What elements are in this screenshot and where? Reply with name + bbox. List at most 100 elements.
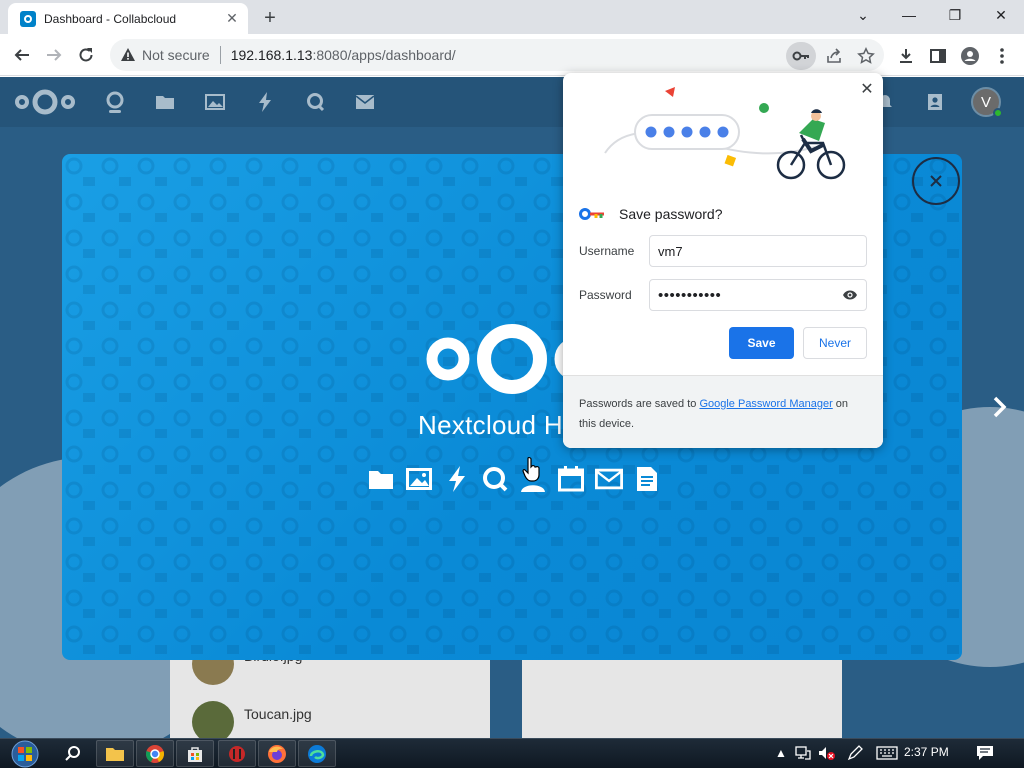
search-button[interactable] bbox=[54, 740, 92, 767]
tab-title: Dashboard - Collabcloud bbox=[44, 11, 177, 26]
pen-icon[interactable] bbox=[846, 744, 864, 762]
side-panel-icon bbox=[930, 49, 946, 63]
dialog-footer: Passwords are saved to Google Password M… bbox=[563, 375, 883, 448]
share-icon bbox=[827, 48, 841, 63]
maximize-button[interactable]: ❐ bbox=[932, 0, 978, 30]
password-illustration bbox=[604, 87, 846, 180]
menu-button[interactable] bbox=[990, 44, 1014, 68]
talk-icon bbox=[481, 465, 509, 493]
close-window-button[interactable]: ✕ bbox=[978, 0, 1024, 30]
chrome-icon bbox=[146, 744, 164, 763]
side-panel-button[interactable] bbox=[926, 44, 950, 68]
network-icon[interactable] bbox=[794, 744, 812, 762]
browser-tab[interactable]: Dashboard - Collabcloud ✕ bbox=[8, 3, 248, 34]
taskbar-edge[interactable] bbox=[298, 740, 336, 767]
never-button[interactable]: Never bbox=[803, 327, 867, 359]
password-key-button[interactable] bbox=[786, 42, 816, 70]
nextcloud-logo-icon[interactable] bbox=[14, 89, 76, 115]
profile-icon bbox=[961, 47, 979, 65]
download-icon bbox=[900, 49, 912, 63]
hand-cursor-icon bbox=[522, 456, 540, 482]
files-app-icon[interactable] bbox=[154, 91, 176, 113]
new-tab-button[interactable]: + bbox=[258, 6, 282, 30]
folder-icon bbox=[367, 465, 395, 493]
volume-muted-icon[interactable] bbox=[818, 744, 836, 762]
mail-app-icon[interactable] bbox=[354, 91, 376, 113]
reload-icon bbox=[79, 48, 93, 62]
address-bar[interactable]: Not secure 192.168.1.13:8080/apps/dashbo… bbox=[110, 39, 884, 71]
taskbar-store[interactable] bbox=[176, 740, 214, 767]
password-label: Password bbox=[579, 288, 632, 302]
warning-icon bbox=[121, 48, 135, 61]
windows-logo-icon bbox=[11, 740, 39, 767]
keyboard-icon[interactable] bbox=[876, 744, 898, 762]
share-button[interactable] bbox=[822, 44, 846, 68]
downloads-button[interactable] bbox=[894, 44, 918, 68]
taskbar-app[interactable] bbox=[218, 740, 256, 767]
app-icon bbox=[229, 745, 245, 762]
password-manager-link[interactable]: Google Password Manager bbox=[699, 398, 832, 410]
action-center-icon[interactable] bbox=[976, 744, 994, 762]
firefox-icon bbox=[268, 744, 286, 763]
password-value: ••••••••••• bbox=[658, 286, 722, 304]
store-icon bbox=[188, 746, 202, 762]
feature-icon-row bbox=[367, 465, 661, 493]
talk-app-icon[interactable] bbox=[304, 91, 326, 113]
password-field[interactable]: ••••••••••• bbox=[649, 279, 867, 311]
close-icon[interactable]: ✕ bbox=[857, 79, 877, 99]
image-icon bbox=[405, 465, 433, 493]
notes-icon bbox=[633, 465, 661, 493]
list-item[interactable]: Toucan.jpg bbox=[192, 701, 312, 738]
key-icon bbox=[792, 51, 809, 61]
star-icon bbox=[857, 47, 875, 64]
reload-button[interactable] bbox=[72, 41, 100, 69]
close-icon bbox=[930, 175, 942, 187]
omnibox-divider bbox=[219, 46, 221, 64]
activity-icon bbox=[443, 465, 471, 493]
tab-strip: Dashboard - Collabcloud ✕ + ⌄ — ❐ ✕ bbox=[0, 0, 1024, 34]
dialog-title: Save password? bbox=[619, 206, 723, 222]
file-name: Toucan.jpg bbox=[244, 706, 312, 722]
footer-text: Passwords are saved to bbox=[579, 398, 700, 410]
back-button[interactable] bbox=[8, 41, 36, 69]
security-status[interactable]: Not secure bbox=[142, 47, 210, 63]
modal-title: Nextcloud H bbox=[418, 410, 563, 440]
minimize-button[interactable]: — bbox=[886, 0, 932, 30]
username-value: vm7 bbox=[658, 243, 683, 259]
url-text[interactable]: 192.168.1.13:8080/apps/dashboard/ bbox=[231, 47, 456, 63]
key-icon bbox=[579, 208, 604, 220]
calendar-icon bbox=[557, 465, 585, 493]
username-field[interactable]: vm7 bbox=[649, 235, 867, 267]
modal-close-button[interactable] bbox=[912, 157, 960, 205]
forward-button[interactable] bbox=[40, 41, 68, 69]
dashboard-app-icon[interactable] bbox=[104, 91, 126, 113]
activity-app-icon[interactable] bbox=[254, 91, 276, 113]
save-button[interactable]: Save bbox=[729, 327, 794, 359]
arrow-right-icon bbox=[47, 49, 62, 61]
profile-button[interactable] bbox=[958, 44, 982, 68]
taskbar-clock[interactable]: 2:37 PM bbox=[904, 745, 949, 759]
search-icon bbox=[65, 745, 80, 761]
tray-overflow-icon[interactable]: ▲ bbox=[772, 744, 790, 762]
photos-app-icon[interactable] bbox=[204, 91, 226, 113]
file-thumbnail bbox=[192, 701, 234, 738]
taskbar-firefox[interactable] bbox=[258, 740, 296, 767]
start-button[interactable] bbox=[8, 739, 42, 768]
contacts-menu-icon[interactable] bbox=[924, 91, 946, 113]
taskbar-explorer[interactable] bbox=[96, 740, 134, 767]
taskbar-chrome[interactable] bbox=[136, 740, 174, 767]
online-status-badge bbox=[993, 108, 1003, 118]
url-host: 192.168.1.13 bbox=[230, 47, 313, 63]
username-label: Username bbox=[579, 244, 635, 258]
bookmark-button[interactable] bbox=[854, 44, 878, 68]
nextcloud-favicon-icon bbox=[20, 10, 36, 27]
eye-icon[interactable] bbox=[842, 289, 858, 301]
chevron-right-icon[interactable] bbox=[988, 395, 1012, 419]
folder-icon bbox=[106, 747, 124, 761]
tab-search-button[interactable]: ⌄ bbox=[840, 0, 886, 30]
more-vert-icon bbox=[1000, 48, 1004, 64]
tab-close-icon[interactable]: ✕ bbox=[224, 10, 240, 27]
mail-icon bbox=[595, 465, 623, 493]
url-path: :8080/apps/dashboard/ bbox=[312, 47, 456, 63]
arrow-left-icon bbox=[14, 49, 29, 61]
